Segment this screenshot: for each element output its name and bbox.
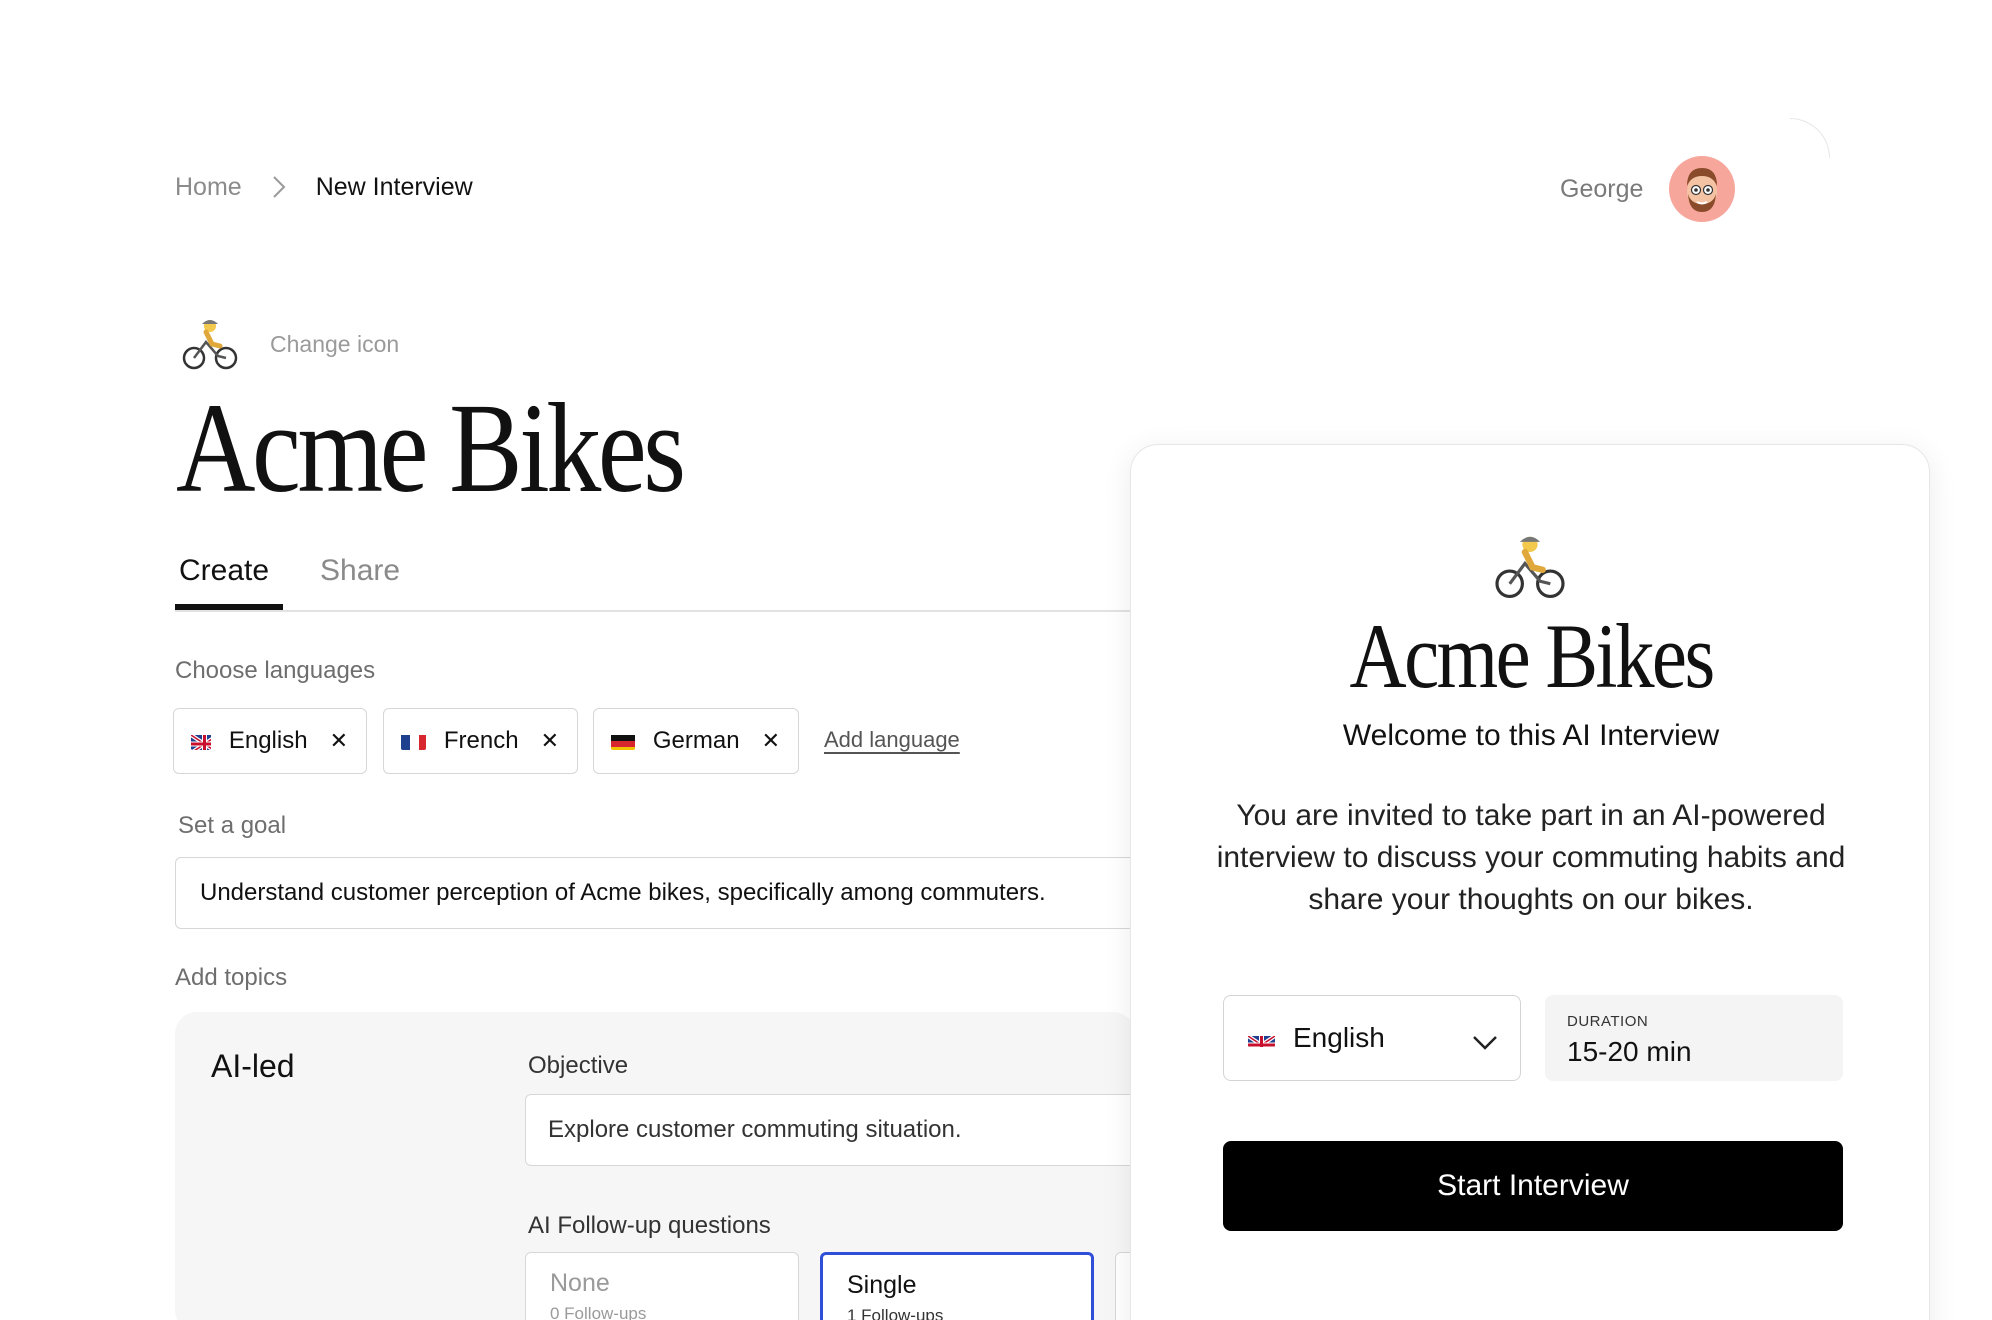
uk-flag-icon	[1248, 1029, 1275, 1047]
goal-label: Set a goal	[178, 812, 287, 839]
language-chip-english[interactable]: English ✕	[173, 708, 367, 774]
option-subtitle: 1 Follow-ups	[847, 1306, 944, 1320]
interview-preview-card: Acme Bikes Welcome to this AI Interview …	[1130, 444, 1930, 1320]
goal-input[interactable]: Understand customer perception of Acme b…	[175, 857, 1135, 929]
topics-label: Add topics	[175, 964, 288, 991]
close-icon[interactable]: ✕	[541, 728, 559, 754]
breadcrumb-current: New Interview	[315, 172, 473, 201]
decorative-arc	[1790, 118, 1830, 158]
topic-card: AI-led Objective Explore customer commut…	[175, 1012, 1175, 1320]
tab-share[interactable]: Share	[320, 554, 400, 598]
tab-create[interactable]: Create	[179, 554, 269, 598]
change-icon-link[interactable]: Change icon	[270, 331, 399, 358]
followup-option-none[interactable]: None 0 Follow-ups	[525, 1252, 799, 1320]
breadcrumb-home-link[interactable]: Home	[175, 173, 242, 202]
memoji-avatar-icon	[1687, 168, 1718, 212]
avatar[interactable]	[1669, 156, 1736, 222]
followup-option-single[interactable]: Single 1 Follow-ups	[820, 1252, 1094, 1320]
topic-mode: AI-led	[211, 1048, 295, 1084]
duration-badge: DURATION 15-20 min	[1545, 995, 1843, 1081]
language-chip-german[interactable]: German ✕	[593, 708, 799, 774]
option-title: None	[550, 1269, 610, 1297]
user-menu[interactable]: George	[1560, 156, 1736, 222]
objective-input[interactable]: Explore customer commuting situation.	[525, 1094, 1145, 1166]
tab-bar: Create Share	[175, 548, 1135, 612]
preview-description: You are invited to take part in an AI-po…	[1216, 799, 1846, 916]
language-chip-french[interactable]: French ✕	[383, 708, 578, 774]
language-chip-label: English	[228, 727, 308, 754]
cyclist-icon[interactable]	[182, 316, 238, 372]
breadcrumb: Home New Interview	[175, 172, 473, 202]
close-icon[interactable]: ✕	[762, 728, 780, 754]
chevron-down-icon[interactable]	[1472, 1026, 1498, 1058]
active-tab-indicator	[175, 604, 283, 610]
duration-label: DURATION	[1567, 1013, 1649, 1030]
germany-flag-icon	[611, 732, 635, 750]
interview-title[interactable]: Acme Bikes	[176, 384, 686, 512]
language-select[interactable]: English	[1223, 995, 1521, 1081]
uk-flag-icon	[191, 732, 211, 750]
duration-value: 15-20 min	[1567, 1036, 1692, 1067]
preview-welcome: Welcome to this AI Interview	[1342, 719, 1720, 752]
languages-label: Choose languages	[175, 657, 376, 684]
objective-label: Objective	[528, 1052, 629, 1079]
followup-label: AI Follow-up questions	[528, 1212, 771, 1239]
interview-icon-row: Change icon	[182, 316, 399, 372]
language-chip-label: French	[443, 727, 519, 754]
start-interview-button[interactable]: Start Interview	[1223, 1141, 1843, 1231]
close-icon[interactable]: ✕	[330, 728, 348, 754]
preview-title: Acme Bikes	[1349, 605, 1715, 707]
add-language-link[interactable]: Add language	[824, 727, 960, 753]
option-title: Single	[847, 1271, 917, 1299]
cyclist-icon	[1495, 536, 1565, 599]
option-subtitle: 0 Follow-ups	[550, 1304, 647, 1320]
language-chip-label: German	[652, 727, 740, 754]
language-select-value: English	[1293, 1022, 1385, 1053]
chevron-right-icon	[256, 172, 302, 202]
france-flag-icon	[401, 732, 426, 750]
user-name: George	[1560, 174, 1644, 203]
